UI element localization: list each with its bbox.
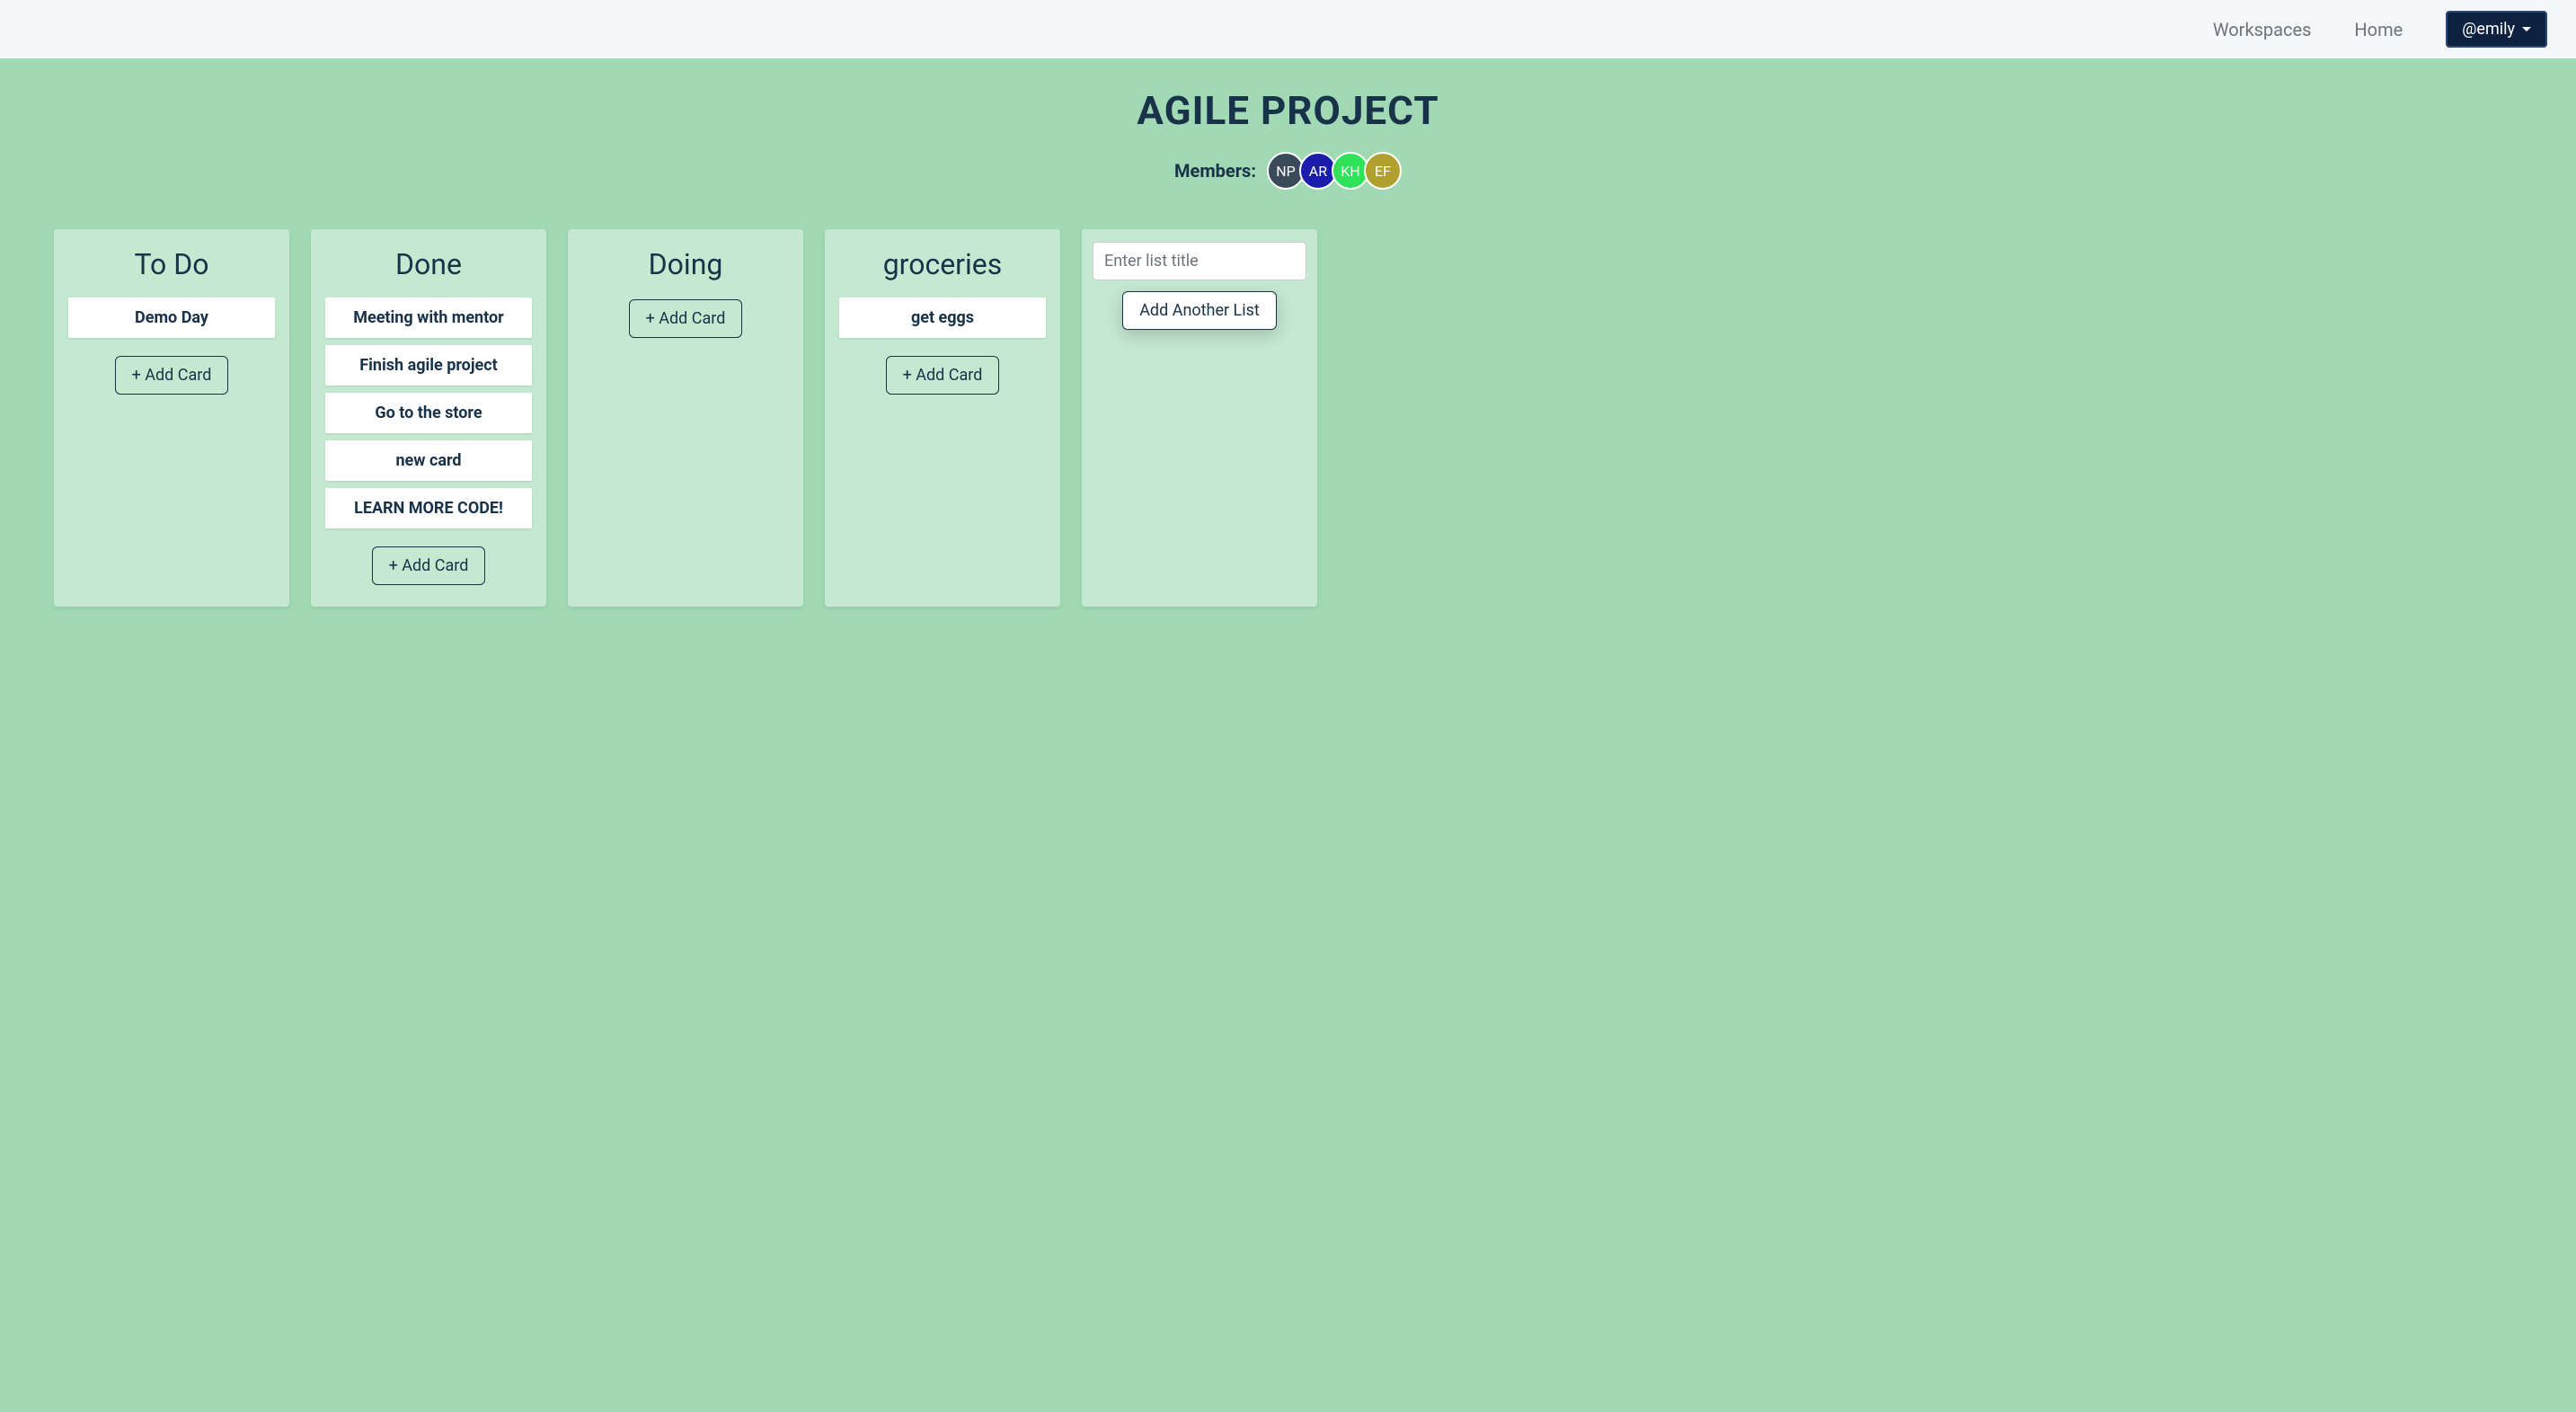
avatar[interactable]: EF [1364, 152, 1402, 190]
column: Doing + Add Card [568, 229, 803, 607]
chevron-down-icon [2522, 27, 2531, 31]
add-card-button[interactable]: + Add Card [115, 356, 229, 395]
nav-workspaces[interactable]: Workspaces [2213, 19, 2312, 40]
user-label: @emily [2462, 20, 2515, 39]
board-columns: To Do Demo Day + Add Card Done Meeting with … [0, 229, 2576, 643]
card[interactable]: LEARN MORE CODE! [325, 488, 532, 528]
avatars-list: NPARKHEF [1267, 152, 1402, 190]
add-list-button[interactable]: Add Another List [1122, 291, 1277, 330]
members-row: Members: NPARKHEF [0, 152, 2576, 190]
board-header: AGILE PROJECT Members: NPARKHEF [0, 58, 2576, 229]
add-card-button[interactable]: + Add Card [629, 299, 743, 338]
members-label: Members: [1174, 160, 1256, 182]
navbar: Workspaces Home @emily [0, 0, 2576, 58]
column-title: Doing [582, 247, 789, 281]
board-title: AGILE PROJECT [0, 87, 2576, 134]
list-title-input[interactable] [1093, 242, 1306, 280]
column: Done Meeting with mentor Finish agile proj… [311, 229, 546, 607]
column-title: To Do [68, 247, 275, 281]
add-card-button[interactable]: + Add Card [372, 546, 486, 585]
card[interactable]: Demo Day [68, 297, 275, 338]
column: To Do Demo Day + Add Card [54, 229, 289, 607]
nav-home[interactable]: Home [2354, 19, 2403, 40]
card[interactable]: Meeting with mentor [325, 297, 532, 338]
card[interactable]: Finish agile project [325, 345, 532, 386]
card[interactable]: new card [325, 440, 532, 481]
column-title: groceries [839, 247, 1046, 281]
column: groceries get eggs + Add Card [825, 229, 1060, 607]
card[interactable]: get eggs [839, 297, 1046, 338]
add-list-column: Add Another List [1082, 229, 1317, 607]
column-title: Done [325, 247, 532, 281]
card[interactable]: Go to the store [325, 393, 532, 433]
user-dropdown[interactable]: @emily [2446, 11, 2547, 48]
add-card-button[interactable]: + Add Card [886, 356, 1000, 395]
